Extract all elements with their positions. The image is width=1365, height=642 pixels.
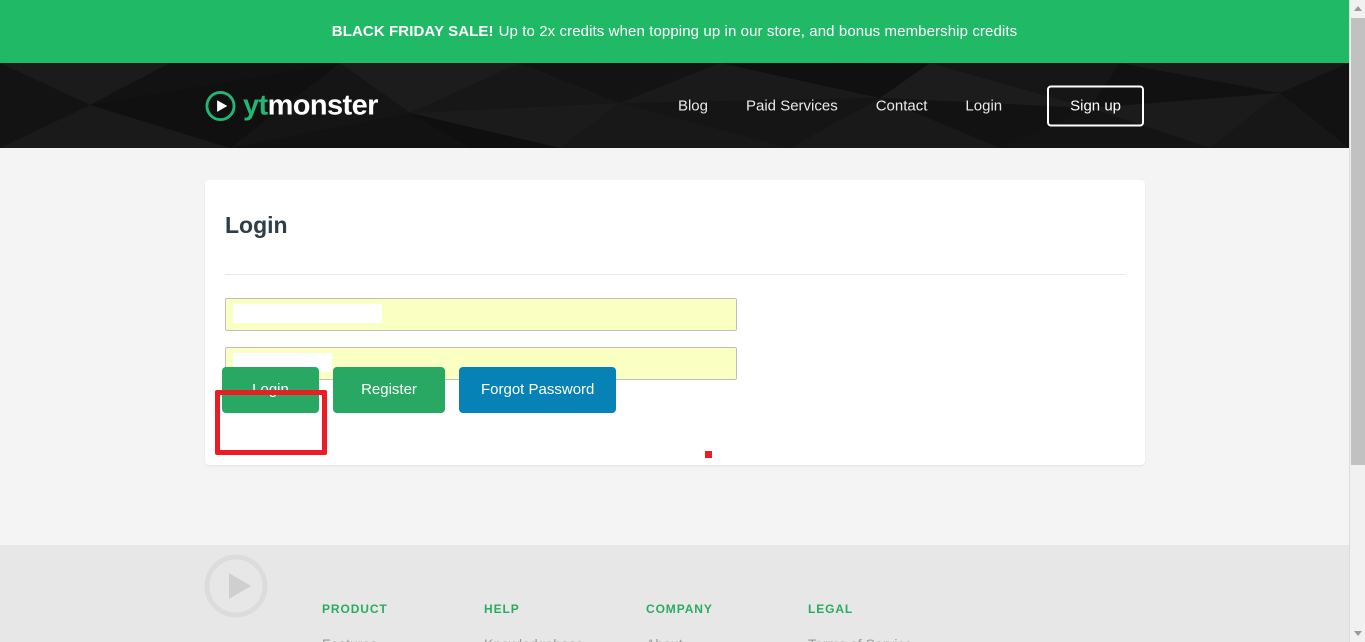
footer-watermark-play-circle-icon: [204, 554, 268, 618]
promo-banner[interactable]: BLACK FRIDAY SALE! Up to 2x credits when…: [0, 0, 1349, 63]
form-button-row: Login Register Forgot Password: [222, 367, 617, 413]
promo-banner-headline: BLACK FRIDAY SALE!: [331, 23, 494, 40]
signup-button[interactable]: Sign up: [1047, 85, 1144, 126]
footer-column-help: HELP Knowledgebase: [484, 603, 646, 642]
scrollbar-down-button[interactable]: [1350, 625, 1365, 642]
nav-item-contact[interactable]: Contact: [857, 97, 947, 114]
logo-text-monster: monster: [267, 89, 379, 121]
footer-column-title-product: PRODUCT: [322, 602, 388, 616]
nav-item-login[interactable]: Login: [946, 97, 1021, 114]
page-title: Login: [225, 212, 288, 238]
nav-item-paid-services[interactable]: Paid Services: [727, 97, 857, 114]
main-navigation: Blog Paid Services Contact Login Sign up: [659, 85, 1144, 126]
site-logo[interactable]: ytmonster: [205, 90, 378, 121]
footer-column-title-company: COMPANY: [646, 602, 713, 616]
footer-columns: PRODUCT Features HELP Knowledgebase COMP…: [322, 603, 970, 642]
login-button[interactable]: Login: [222, 367, 319, 413]
footer-link-terms-of-service[interactable]: Terms of Service: [808, 637, 970, 642]
footer-link-features[interactable]: Features: [322, 637, 484, 642]
header-inner: ytmonster Blog Paid Services Contact Log…: [0, 63, 1349, 148]
browser-viewport: BLACK FRIDAY SALE! Up to 2x credits when…: [0, 0, 1365, 642]
footer-link-about[interactable]: About: [646, 637, 808, 642]
page-content: BLACK FRIDAY SALE! Up to 2x credits when…: [0, 0, 1349, 642]
footer-column-title-help: HELP: [484, 602, 520, 616]
annotation-marker-dot: [705, 451, 712, 458]
footer-column-product: PRODUCT Features: [322, 603, 484, 642]
footer-link-knowledgebase[interactable]: Knowledgebase: [484, 637, 646, 642]
username-input[interactable]: [225, 298, 737, 331]
card-divider: [225, 274, 1125, 275]
site-footer: PRODUCT Features HELP Knowledgebase COMP…: [0, 545, 1349, 642]
username-field-row: [225, 298, 737, 331]
chevron-up-icon: [1353, 6, 1362, 11]
footer-column-legal: LEGAL Terms of Service: [808, 603, 970, 642]
vertical-scrollbar[interactable]: [1349, 0, 1365, 642]
footer-column-title-legal: LEGAL: [808, 602, 854, 616]
scrollbar-up-button[interactable]: [1350, 0, 1365, 17]
nav-item-blog[interactable]: Blog: [659, 97, 727, 114]
forgot-password-button[interactable]: Forgot Password: [459, 367, 617, 413]
scrollbar-thumb[interactable]: [1351, 18, 1365, 465]
site-header: ytmonster Blog Paid Services Contact Log…: [0, 63, 1349, 148]
play-circle-icon: [205, 90, 236, 121]
chevron-down-icon: [1353, 631, 1362, 636]
footer-column-company: COMPANY About: [646, 603, 808, 642]
promo-banner-text: Up to 2x credits when topping up in our …: [498, 23, 1018, 40]
main-content: Login Login Register Forgot Password: [0, 148, 1349, 545]
login-card: Login: [205, 180, 1145, 465]
register-button[interactable]: Register: [333, 367, 445, 413]
logo-text-yt: yt: [243, 89, 268, 121]
